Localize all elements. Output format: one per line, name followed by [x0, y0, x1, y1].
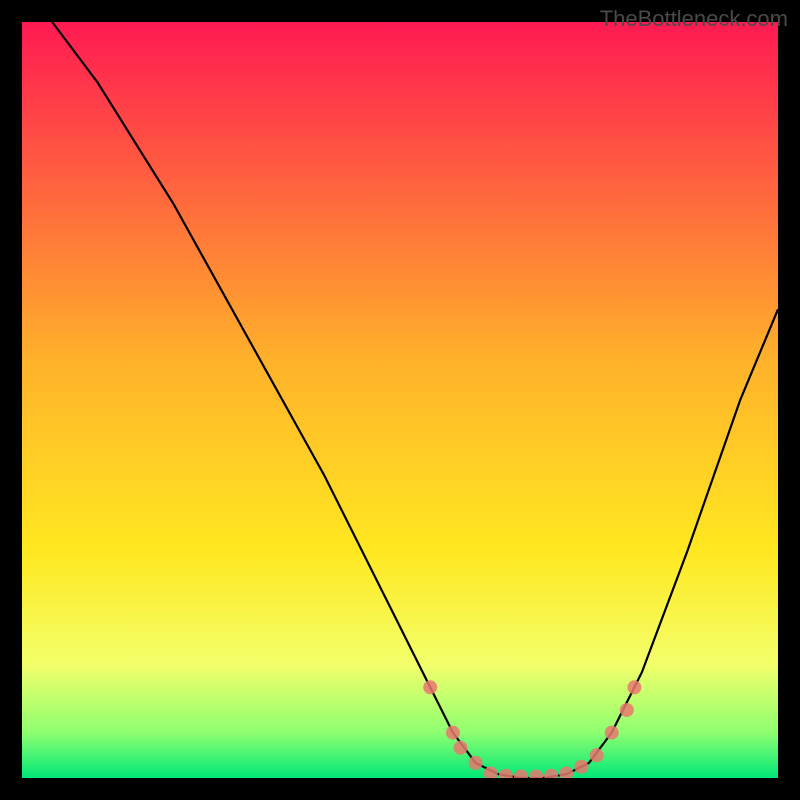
data-marker [469, 756, 483, 770]
watermark-text: TheBottleneck.com [600, 6, 788, 32]
data-marker [590, 748, 604, 762]
data-marker [423, 680, 437, 694]
data-marker [574, 760, 588, 774]
data-marker [605, 726, 619, 740]
data-marker [446, 726, 460, 740]
data-marker [627, 680, 641, 694]
data-marker [454, 741, 468, 755]
chart-svg [22, 22, 778, 778]
chart-plot-area [22, 22, 778, 778]
data-marker [620, 703, 634, 717]
gradient-background [22, 22, 778, 778]
